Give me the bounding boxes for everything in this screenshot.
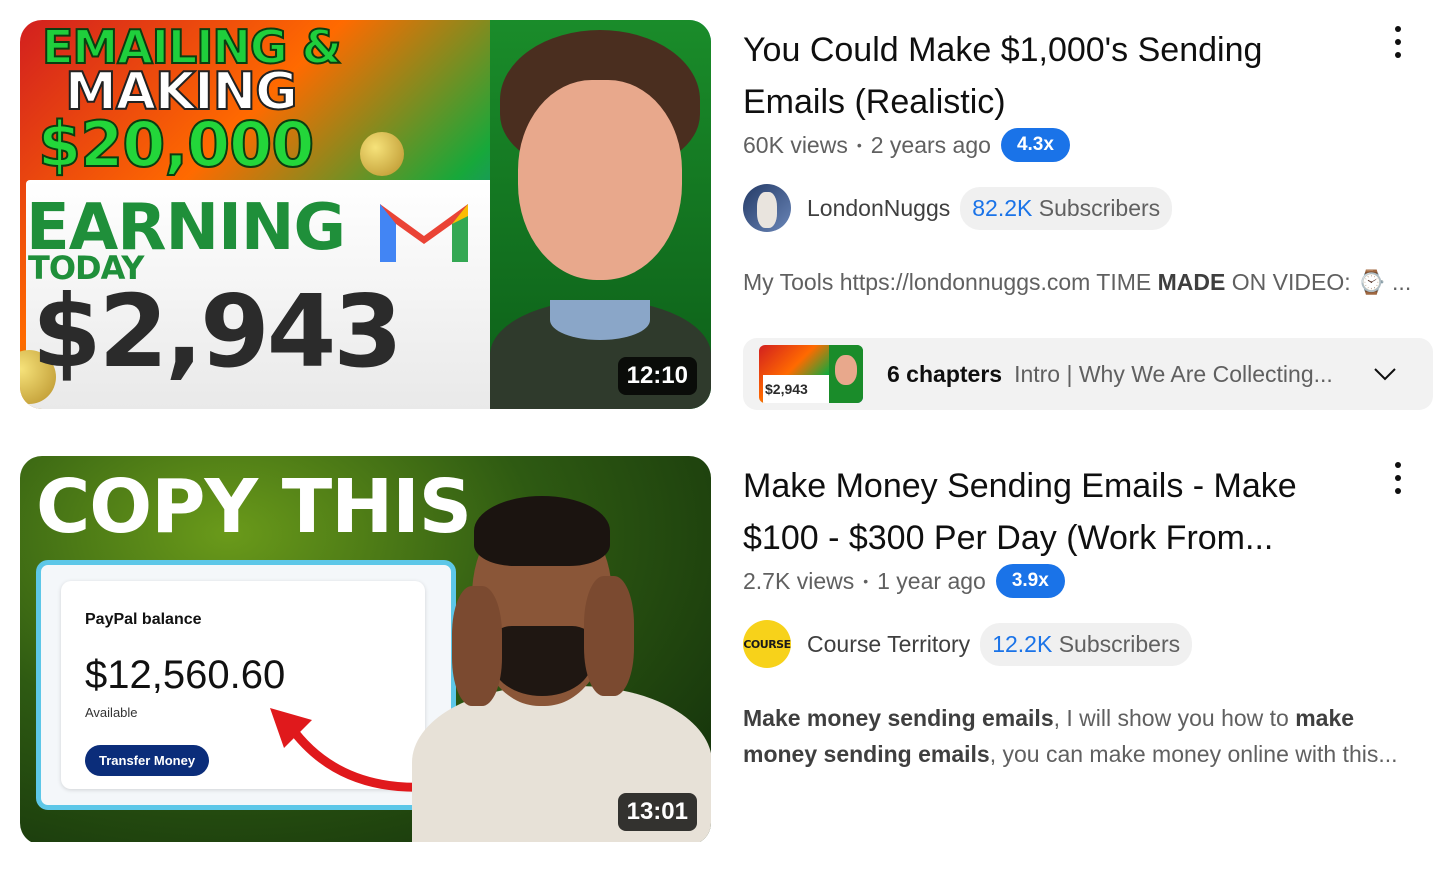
speed-badge: 4.3x [1000,128,1070,162]
chapter-count: 6 chapters [887,360,1003,387]
video-title[interactable]: You Could Make $1,000's Sending Emails (… [743,24,1343,128]
more-options-icon[interactable] [1386,458,1410,498]
paypal-title: PayPal balance [85,611,202,628]
subscriber-label: Subscribers [1058,630,1181,657]
description-highlight: Make money sending emails [743,705,1054,731]
more-options-icon[interactable] [1386,22,1410,62]
chevron-down-icon[interactable] [1373,362,1397,386]
meta-separator: • [863,573,869,589]
video-description: My Tools https://londonnuggs.com TIME MA… [743,264,1423,300]
description-text: , I will show you how to [1053,705,1296,731]
chapter-thumbnail-text: $2,943 [765,381,808,397]
description-text: ON VIDEO: ⌚ ... [1225,269,1412,295]
view-count: 60K views [743,131,848,158]
video-thumbnail[interactable]: EMAILING & MAKING $20,000 EARNING TODAY … [20,20,711,409]
channel-avatar[interactable] [743,184,791,232]
chapters-expander[interactable]: $2,943 6 chapters Intro | Why We Are Col… [743,338,1433,410]
description-text: My Tools https://londonnuggs.com TIME [743,269,1158,295]
paypal-transfer-button: Transfer Money [85,745,210,776]
video-thumbnail[interactable]: COPY THIS PayPal balance $12,560.60 Avai… [20,456,711,845]
paypal-available: Available [85,705,138,720]
page-bottom-edge [0,842,1454,877]
video-meta: 2.7K views • 1 year ago 3.9x [743,564,1065,598]
channel-row[interactable]: COURSE Course Territory 12.2K Subscriber… [743,620,1193,668]
thumbnail-text: $2,943 [32,273,403,390]
chapter-thumbnail: $2,943 [759,345,863,403]
upload-age: 2 years ago [870,131,991,158]
video-meta: 60K views • 2 years ago 4.3x [743,128,1070,162]
thumbnail-text: $20,000 [37,108,315,181]
channel-avatar[interactable]: COURSE [743,620,791,668]
video-result-2: COPY THIS PayPal balance $12,560.60 Avai… [20,456,1440,846]
person-photo [490,20,711,409]
channel-name[interactable]: LondonNuggs [807,195,950,222]
subscriber-count: 12.2K [992,630,1053,657]
video-info: Make Money Sending Emails - Make $100 - … [743,456,1440,846]
channel-name[interactable]: Course Territory [807,631,970,658]
gmail-icon [380,204,468,262]
duration-badge: 12:10 [617,357,697,395]
video-result-1: EMAILING & MAKING $20,000 EARNING TODAY … [20,20,1440,410]
view-count: 2.7K views [743,567,855,594]
video-title[interactable]: Make Money Sending Emails - Make $100 - … [743,460,1343,564]
channel-row[interactable]: LondonNuggs 82.2K Subscribers [743,184,1173,232]
upload-age: 1 year ago [877,567,986,594]
paypal-amount: $12,560.60 [85,653,286,697]
meta-separator: • [856,137,862,153]
subscriber-badge: 82.2K Subscribers [960,186,1173,230]
subscriber-count: 82.2K [972,194,1033,221]
duration-badge: 13:01 [617,793,697,831]
description-text: , you can make money online with this... [989,741,1398,767]
subscriber-badge: 12.2K Subscribers [980,622,1193,666]
video-description: Make money sending emails, I will show y… [743,700,1423,772]
description-highlight: MADE [1157,269,1226,295]
person-photo [392,456,711,845]
subscriber-label: Subscribers [1038,194,1161,221]
chapter-preview: Intro | Why We Are Collecting... [1014,360,1333,387]
coin-decoration [360,132,404,176]
video-info: You Could Make $1,000's Sending Emails (… [743,20,1440,410]
speed-badge: 3.9x [995,564,1065,598]
